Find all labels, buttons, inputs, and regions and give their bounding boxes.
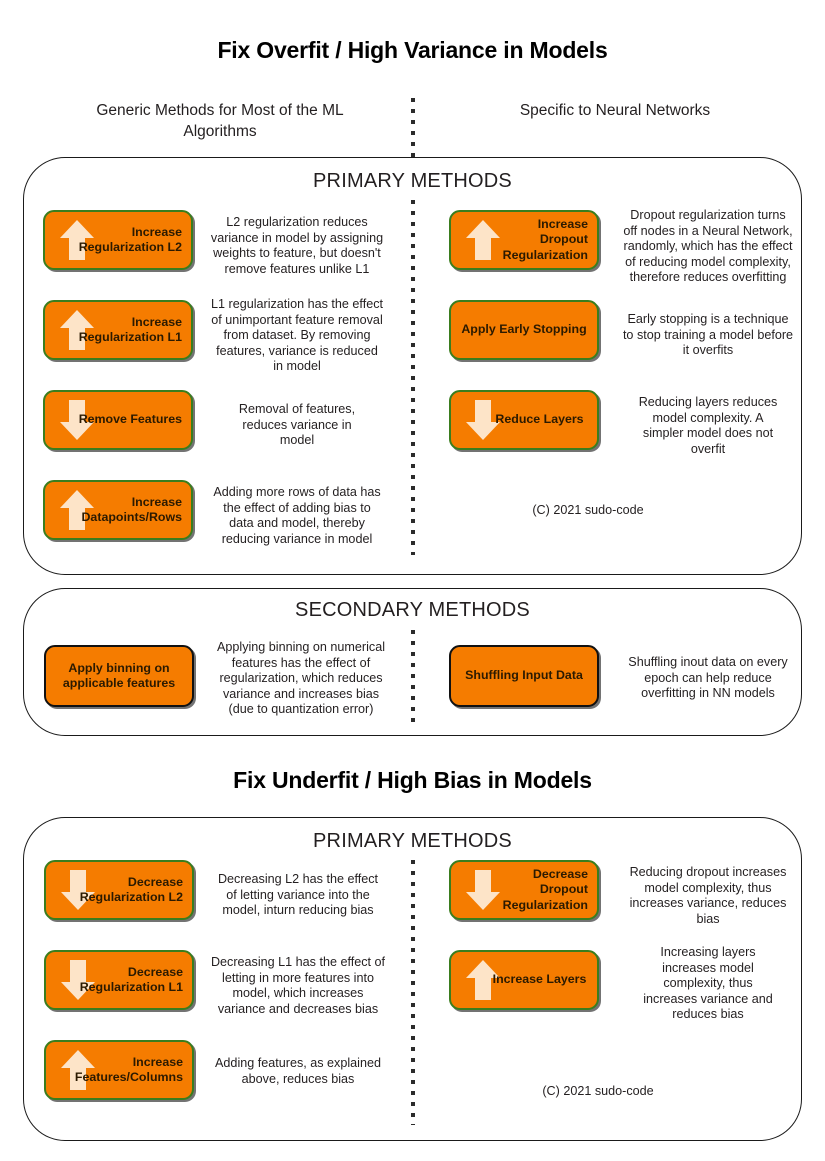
method-chip-label: Apply binning on applicable features xyxy=(62,660,176,691)
page-title-underfit: Fix Underfit / High Bias in Models xyxy=(233,767,592,793)
column-divider-overfit-secondary xyxy=(411,630,415,722)
method-chip-label: Decrease Dropout Regularization xyxy=(502,866,588,912)
method-chip-remove-features[interactable]: Remove Features xyxy=(43,390,193,450)
method-description: L1 regularization has the effect of unim… xyxy=(211,297,383,373)
heading-overfit-secondary: SECONDARY METHODS xyxy=(295,599,530,621)
method-description: Decreasing L1 has the effect of letting … xyxy=(210,955,386,1016)
method-chip-increase-layers[interactable]: Increase Layers xyxy=(449,950,599,1010)
column-divider-top xyxy=(411,98,415,158)
method-chip-label: Increase Features/Columns xyxy=(74,1054,183,1085)
heading-overfit-primary: PRIMARY METHODS xyxy=(313,170,512,192)
method-description: Decreasing L2 has the effect of letting … xyxy=(217,872,379,917)
method-chip-decrease-dropout-regularization[interactable]: Decrease Dropout Regularization xyxy=(449,860,599,920)
method-chip-label: Reduce Layers xyxy=(495,412,584,427)
method-chip-label: Increase Datapoints/Rows xyxy=(81,494,182,525)
copyright-overfit: (C) 2021 sudo-code xyxy=(532,503,644,517)
method-description: Reducing dropout increases model complex… xyxy=(629,865,787,926)
method-row: Decrease Dropout Regularization Reducing… xyxy=(449,860,803,927)
method-chip-label: Apply Early Stopping xyxy=(461,322,587,337)
method-description: Dropout regularization turns off nodes i… xyxy=(623,208,793,284)
method-row: Increase Dropout Regularization Dropout … xyxy=(449,208,803,286)
page-title-overfit: Fix Overfit / High Variance in Models xyxy=(217,37,608,63)
method-row: Apply binning on applicable features App… xyxy=(44,640,396,718)
method-row: Decrease Regularization L1 Decreasing L1… xyxy=(44,950,388,1017)
method-chip-reduce-layers[interactable]: Reduce Layers xyxy=(449,390,599,450)
method-chip-decrease-regularization-l2[interactable]: Decrease Regularization L2 xyxy=(44,860,194,920)
infographic-page: Fix Overfit / High Variance in Models Ge… xyxy=(0,0,825,1161)
copyright-underfit: (C) 2021 sudo-code xyxy=(542,1084,654,1098)
column-divider-underfit xyxy=(411,860,415,1125)
method-chip-increase-features-columns[interactable]: Increase Features/Columns xyxy=(44,1040,194,1100)
method-chip-label: Increase Regularization L2 xyxy=(78,224,182,255)
method-row: Apply Early Stopping Early stopping is a… xyxy=(449,300,803,360)
method-row: Increase Regularization L2 L2 regulariza… xyxy=(43,210,387,277)
method-chip-label: Decrease Regularization L1 xyxy=(79,964,183,995)
method-description: Shuffling inout data on every epoch can … xyxy=(628,655,788,700)
method-chip-increase-datapoints-rows[interactable]: Increase Datapoints/Rows xyxy=(43,480,193,540)
method-chip-label: Decrease Regularization L2 xyxy=(79,874,183,905)
method-chip-apply-early-stopping[interactable]: Apply Early Stopping xyxy=(449,300,599,360)
method-chip-label: Increase Dropout Regularization xyxy=(502,216,588,262)
method-row: Increase Datapoints/Rows Adding more row… xyxy=(43,480,387,547)
method-row: Shuffling Input Data Shuffling inout dat… xyxy=(449,645,803,707)
method-row: Remove Features Removal of features, red… xyxy=(43,390,387,450)
method-chip-label: Increase Layers xyxy=(492,972,587,987)
method-description: Increasing layers increases model comple… xyxy=(643,945,773,1021)
method-description: L2 regularization reduces variance in mo… xyxy=(210,215,384,276)
method-row: Reduce Layers Reducing layers reduces mo… xyxy=(449,390,803,457)
method-chip-increase-dropout-regularization[interactable]: Increase Dropout Regularization xyxy=(449,210,599,270)
method-description: Adding features, as explained above, red… xyxy=(215,1056,381,1086)
column-caption-neural: Specific to Neural Networks xyxy=(519,102,711,119)
heading-underfit-primary: PRIMARY METHODS xyxy=(313,830,512,852)
method-chip-increase-regularization-l1[interactable]: Increase Regularization L1 xyxy=(43,300,193,360)
method-description: Adding more rows of data has the effect … xyxy=(213,485,381,546)
column-caption-generic: Generic Methods for Most of the ML Algor… xyxy=(96,102,344,140)
arrow-down-icon xyxy=(463,868,503,912)
method-chip-label: Remove Features xyxy=(78,412,182,427)
method-chip-increase-regularization-l2[interactable]: Increase Regularization L2 xyxy=(43,210,193,270)
column-divider-overfit-primary xyxy=(411,200,415,555)
arrow-up-icon xyxy=(463,218,503,262)
method-description: Early stopping is a technique to stop tr… xyxy=(622,312,794,357)
method-chip-apply-binning[interactable]: Apply binning on applicable features xyxy=(44,645,194,707)
method-description: Removal of features, reduces variance in… xyxy=(238,402,356,447)
method-chip-label: Increase Regularization L1 xyxy=(78,314,182,345)
method-row: Increase Regularization L1 L1 regulariza… xyxy=(43,297,387,375)
method-description: Reducing layers reduces model complexity… xyxy=(638,395,778,456)
method-chip-decrease-regularization-l1[interactable]: Decrease Regularization L1 xyxy=(44,950,194,1010)
method-chip-shuffling-input-data[interactable]: Shuffling Input Data xyxy=(449,645,599,707)
method-row: Increase Features/Columns Adding feature… xyxy=(44,1040,388,1100)
method-description: Applying binning on numerical features h… xyxy=(216,640,386,716)
method-row: Increase Layers Increasing layers increa… xyxy=(449,945,803,1023)
method-row: Decrease Regularization L2 Decreasing L2… xyxy=(44,860,388,920)
method-chip-label: Shuffling Input Data xyxy=(465,668,583,683)
